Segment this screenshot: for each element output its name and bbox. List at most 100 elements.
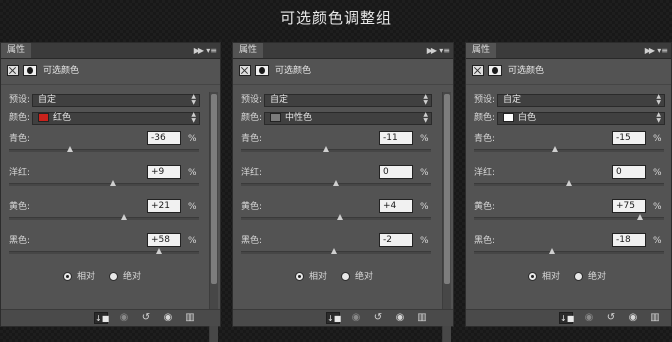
colors-select[interactable]: 中性色 ▲ ▼	[264, 112, 432, 125]
black-label: 黑色:	[474, 236, 496, 246]
clip-to-layer-icon[interactable]: ↓■	[559, 312, 574, 324]
preset-select[interactable]: 自定 ▲ ▼	[32, 94, 200, 107]
magenta-value-input[interactable]: +9	[147, 165, 181, 179]
yellow-slider-track[interactable]	[9, 214, 199, 220]
trash-icon[interactable]: ▥	[648, 312, 662, 324]
cyan-value-input[interactable]: -36	[147, 131, 181, 145]
trash-icon[interactable]: ▥	[415, 312, 429, 324]
cyan-slider-track[interactable]	[474, 146, 664, 152]
trash-icon[interactable]: ▥	[183, 312, 197, 324]
colors-select[interactable]: 红色 ▲ ▼	[32, 112, 200, 125]
view-previous-state-icon[interactable]: ◉	[349, 312, 363, 324]
cyan-slider-track[interactable]	[241, 146, 431, 152]
preset-select[interactable]: 自定 ▲ ▼	[264, 94, 432, 107]
eye-icon[interactable]: ◉	[393, 312, 407, 324]
percent-sign: %	[653, 168, 662, 178]
magenta-slider-thumb[interactable]	[333, 180, 339, 186]
magenta-slider-track[interactable]	[241, 180, 431, 186]
magenta-label: 洋红:	[474, 168, 496, 178]
colors-select[interactable]: 白色 ▲ ▼	[497, 112, 665, 125]
absolute-radio[interactable]	[574, 272, 583, 281]
yellow-value-input[interactable]: +21	[147, 199, 181, 213]
properties-panel-neutrals: 属性 ▶▶ ▾≡ 可选颜色 预设: 自定 ▲ ▼ 颜色: 中性色 ▲ ▼ 青色: -…	[232, 42, 454, 342]
black-label: 黑色:	[241, 236, 263, 246]
magenta-slider-track[interactable]	[9, 180, 199, 186]
reset-icon[interactable]: ↺	[604, 312, 618, 324]
layer-mask-icon[interactable]	[23, 65, 37, 76]
preset-label: 预设:	[474, 95, 496, 105]
black-slider-track[interactable]	[474, 248, 664, 254]
cyan-label: 青色:	[241, 134, 263, 144]
absolute-label: 绝对	[123, 272, 142, 282]
absolute-label: 绝对	[355, 272, 374, 282]
selective-color-adjustment-icon[interactable]	[239, 65, 251, 76]
absolute-radio[interactable]	[109, 272, 118, 281]
clip-to-layer-icon[interactable]: ↓■	[94, 312, 109, 324]
magenta-slider-thumb[interactable]	[566, 180, 572, 186]
relative-radio[interactable]	[528, 272, 537, 281]
reset-icon[interactable]: ↺	[139, 312, 153, 324]
double-right-arrow-icon[interactable]: ▶▶	[427, 44, 437, 57]
yellow-value-input[interactable]: +4	[379, 199, 413, 213]
panel-menu-icon[interactable]: ▾≡	[206, 44, 217, 57]
colors-value: 白色	[518, 113, 537, 123]
magenta-value-input[interactable]: 0	[379, 165, 413, 179]
tab-properties[interactable]: 属性	[1, 43, 32, 58]
black-slider-thumb[interactable]	[156, 248, 163, 254]
view-previous-state-icon[interactable]: ◉	[117, 312, 131, 324]
black-slider-thumb[interactable]	[331, 248, 338, 254]
magenta-value-input[interactable]: 0	[612, 165, 646, 179]
black-slider-thumb[interactable]	[548, 248, 555, 254]
magenta-label: 洋红:	[9, 168, 31, 178]
tab-properties[interactable]: 属性	[466, 43, 497, 58]
selective-color-adjustment-icon[interactable]	[472, 65, 484, 76]
tab-properties[interactable]: 属性	[233, 43, 264, 58]
eye-icon[interactable]: ◉	[161, 312, 175, 324]
select-arrows-icon: ▲ ▼	[656, 93, 661, 106]
yellow-slider-track[interactable]	[474, 214, 664, 220]
black-slider-track[interactable]	[9, 248, 199, 254]
reset-icon[interactable]: ↺	[371, 312, 385, 324]
panel-scrollbar[interactable]	[442, 92, 451, 342]
absolute-radio[interactable]	[341, 272, 350, 281]
yellow-slider-track[interactable]	[241, 214, 431, 220]
yellow-slider-thumb[interactable]	[336, 214, 343, 220]
yellow-slider-thumb[interactable]	[120, 214, 127, 220]
clip-to-layer-icon[interactable]: ↓■	[326, 312, 341, 324]
cyan-value-input[interactable]: -11	[379, 131, 413, 145]
cyan-slider-thumb[interactable]	[322, 146, 329, 152]
eye-icon[interactable]: ◉	[626, 312, 640, 324]
double-right-arrow-icon[interactable]: ▶▶	[194, 44, 204, 57]
black-value-input[interactable]: -2	[379, 233, 413, 247]
scrollbar-thumb[interactable]	[444, 94, 450, 284]
color-swatch	[270, 113, 281, 122]
cyan-slider-track[interactable]	[9, 146, 199, 152]
cyan-slider-thumb[interactable]	[66, 146, 73, 152]
black-value-input[interactable]: -18	[612, 233, 646, 247]
view-previous-state-icon[interactable]: ◉	[582, 312, 596, 324]
magenta-slider-thumb[interactable]	[109, 180, 116, 186]
magenta-label: 洋红:	[241, 168, 263, 178]
black-value-input[interactable]: +58	[147, 233, 181, 247]
black-slider-track[interactable]	[241, 248, 431, 254]
preset-select[interactable]: 自定 ▲ ▼	[497, 94, 665, 107]
scrollbar-thumb[interactable]	[211, 94, 217, 284]
panel-scrollbar[interactable]	[209, 92, 218, 342]
selective-color-adjustment-icon[interactable]	[7, 65, 19, 76]
preset-label: 预设:	[241, 95, 263, 105]
yellow-value-input[interactable]: +75	[612, 199, 646, 213]
cyan-value-input[interactable]: -15	[612, 131, 646, 145]
double-right-arrow-icon[interactable]: ▶▶	[645, 44, 655, 57]
magenta-slider-track[interactable]	[474, 180, 664, 186]
panel-menu-icon[interactable]: ▾≡	[657, 44, 668, 57]
cyan-slider-thumb[interactable]	[551, 146, 558, 152]
panel-menu-icon[interactable]: ▾≡	[439, 44, 450, 57]
layer-mask-icon[interactable]	[488, 65, 502, 76]
layer-mask-icon[interactable]	[255, 65, 269, 76]
percent-sign: %	[420, 236, 429, 246]
adjustment-title: 可选颜色	[508, 66, 545, 76]
relative-label: 相对	[309, 272, 328, 282]
relative-radio[interactable]	[63, 272, 72, 281]
relative-radio[interactable]	[295, 272, 304, 281]
yellow-slider-thumb[interactable]	[637, 214, 644, 220]
